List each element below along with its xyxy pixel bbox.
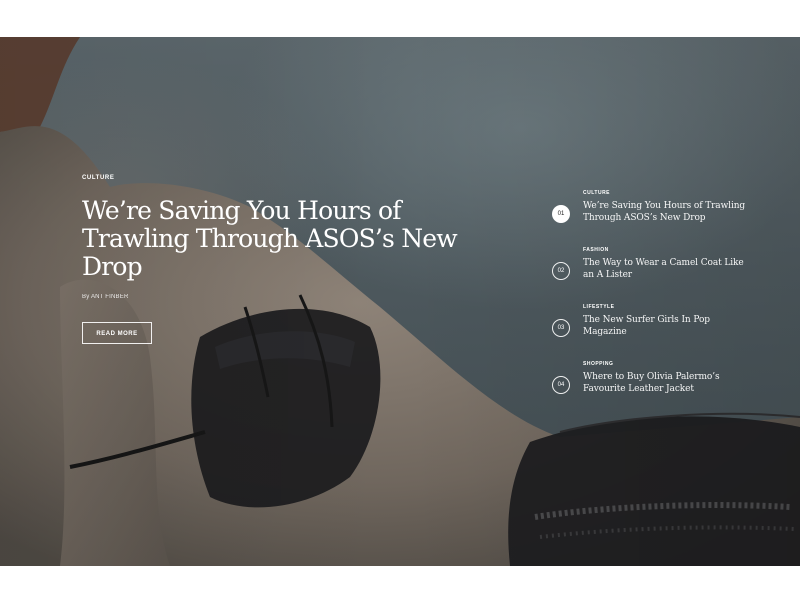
article-list-item[interactable]: 04 SHOPPING Where to Buy Olivia Palermo’… [552,359,752,416]
article-number-badge[interactable]: 03 [552,319,570,337]
article-list-item[interactable]: 03 LIFESTYLE The New Surfer Girls In Pop… [552,302,752,359]
read-more-button[interactable]: READ MORE [82,322,152,344]
article-category: FASHION [583,247,609,253]
article-title[interactable]: The Way to Wear a Camel Coat Like an A L… [583,257,752,281]
article-number-badge[interactable]: 01 [552,205,570,223]
article-title[interactable]: We’re Saving You Hours of Trawling Throu… [583,200,752,224]
article-title[interactable]: Where to Buy Olivia Palermo’s Favourite … [583,371,752,395]
article-title[interactable]: The New Surfer Girls In Pop Magazine [583,314,752,338]
article-category: CULTURE [583,190,611,196]
featured-category[interactable]: CULTURE [82,175,482,181]
featured-article: CULTURE We’re Saving You Hours of Trawli… [82,175,482,344]
article-list: 01 CULTURE We’re Saving You Hours of Tra… [552,188,752,416]
article-number-badge[interactable]: 04 [552,376,570,394]
article-category: SHOPPING [583,361,614,367]
article-number-badge[interactable]: 02 [552,262,570,280]
article-list-item[interactable]: 01 CULTURE We’re Saving You Hours of Tra… [552,188,752,245]
featured-title[interactable]: We’re Saving You Hours of Trawling Throu… [82,197,482,281]
article-list-item[interactable]: 02 FASHION The Way to Wear a Camel Coat … [552,245,752,302]
featured-author: By ANT FINBER [82,294,129,300]
article-category: LIFESTYLE [583,304,615,310]
